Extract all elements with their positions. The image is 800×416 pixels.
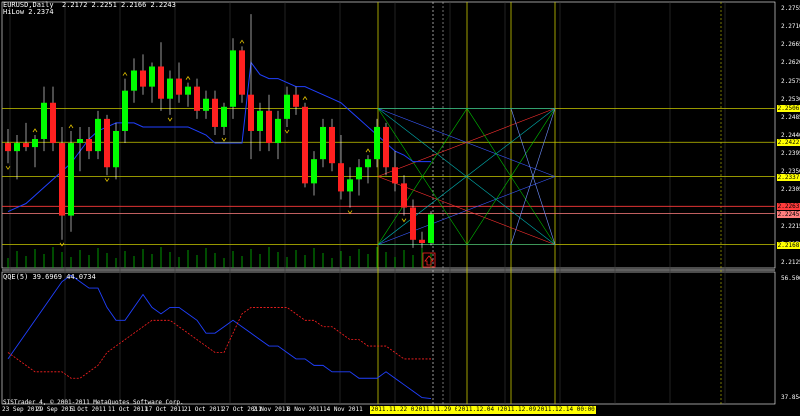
date-tick-label: 17 Oct 2011 bbox=[145, 406, 185, 413]
candle-body bbox=[230, 50, 236, 107]
date-tick-label: 2 Nov 2011 bbox=[253, 406, 290, 413]
fractal-down-icon bbox=[401, 218, 407, 223]
fractal-down-icon bbox=[5, 165, 11, 170]
price-level-label: 2.2422 bbox=[777, 139, 800, 147]
candle-body bbox=[239, 50, 245, 95]
qqe-tick-label: 37.8545 bbox=[781, 394, 800, 401]
price-chart-svg[interactable] bbox=[0, 0, 800, 416]
candle-body bbox=[167, 78, 173, 99]
candle-body bbox=[158, 66, 164, 99]
fractal-down-icon bbox=[347, 210, 353, 215]
date-tick-label: 8 Nov 2011 bbox=[287, 406, 324, 413]
price-tick-label: 2.2530 bbox=[781, 95, 800, 103]
candle-body bbox=[86, 139, 92, 152]
price-tick-label: 2.2215 bbox=[781, 222, 800, 230]
candle-body bbox=[320, 126, 326, 160]
candle-body bbox=[365, 159, 371, 168]
fractal-up-icon bbox=[122, 71, 128, 76]
trading-platform-window: EURUSD,Daily 2.2172 2.2251 2.2166 2.2243… bbox=[0, 0, 800, 416]
candle-body bbox=[32, 139, 38, 148]
candle-body bbox=[275, 118, 281, 144]
price-level-label: 2.2337 bbox=[777, 173, 800, 181]
candle-body bbox=[5, 143, 11, 152]
candle-body bbox=[383, 126, 389, 168]
qqe-indicator-info: QQE(5) 39.6969 44.0734 bbox=[3, 273, 96, 281]
candle-body bbox=[284, 94, 290, 119]
fractal-up-icon bbox=[68, 124, 74, 129]
price-level-label: 2.2168 bbox=[777, 241, 800, 249]
candle-body bbox=[77, 139, 83, 144]
price-tick-label: 2.2755 bbox=[781, 5, 800, 13]
fractal-down-icon bbox=[221, 137, 227, 142]
candle-body bbox=[176, 78, 182, 95]
price-level-label: 2.2263 bbox=[777, 203, 800, 211]
candle-body bbox=[14, 143, 20, 152]
price-tick-label: 2.2575 bbox=[781, 77, 800, 85]
candle-body bbox=[140, 70, 146, 87]
copyright-text: SISTrader 4, © 2001-2011 MetaQuotes Soft… bbox=[3, 399, 184, 406]
candle-body bbox=[266, 110, 272, 144]
date-tick-label: 14 Nov 2011 bbox=[323, 406, 363, 413]
candle-body bbox=[41, 102, 47, 140]
buy-arrow-icon bbox=[424, 255, 434, 266]
price-tick-label: 2.2620 bbox=[781, 59, 800, 67]
date-tick-label: 11 Oct 2011 bbox=[108, 406, 148, 413]
candle-body bbox=[59, 143, 65, 216]
price-level-label: 2.2245 bbox=[777, 210, 800, 218]
candle-body bbox=[374, 126, 380, 160]
hilow-indicator-info: HiLow 2.2374 bbox=[3, 8, 54, 16]
qqe-fast-line bbox=[7, 274, 432, 399]
candle-body bbox=[338, 163, 344, 192]
candle-body bbox=[185, 86, 191, 95]
price-level-label: 2.2506 bbox=[777, 105, 800, 113]
fractal-down-icon bbox=[167, 117, 173, 122]
sub-frame bbox=[1, 271, 776, 405]
fractal-up-icon bbox=[302, 96, 308, 100]
candle-body bbox=[203, 98, 209, 111]
qqe-tick-label: 56.5067 bbox=[781, 275, 800, 282]
candle-body bbox=[212, 98, 218, 127]
price-tick-label: 2.2395 bbox=[781, 150, 800, 158]
date-tick-label: 2011.12.14 00:00 bbox=[536, 406, 596, 414]
fractal-up-icon bbox=[365, 148, 371, 153]
date-tick-label: 5 Oct 2011 bbox=[70, 406, 107, 413]
candle-body bbox=[347, 179, 353, 192]
candle-body bbox=[50, 102, 56, 144]
candle-body bbox=[311, 159, 317, 184]
price-tick-label: 2.2440 bbox=[781, 132, 800, 139]
candle-body bbox=[257, 110, 263, 131]
fractal-up-icon bbox=[185, 75, 191, 80]
price-tick-label: 2.2305 bbox=[781, 186, 800, 194]
fractal-down-icon bbox=[284, 129, 290, 134]
price-tick-label: 2.2710 bbox=[781, 23, 800, 31]
candle-body bbox=[122, 90, 128, 131]
candle-body bbox=[401, 183, 407, 208]
price-tick-label: 2.2485 bbox=[781, 113, 800, 121]
date-tick-label: 21 Oct 2011 bbox=[184, 406, 224, 413]
candle-body bbox=[356, 167, 362, 180]
candle-body bbox=[68, 143, 74, 216]
candle-body bbox=[428, 214, 434, 244]
candle-body bbox=[329, 126, 335, 164]
candle-body bbox=[221, 106, 227, 127]
fractal-up-icon bbox=[32, 128, 38, 133]
candle-body bbox=[248, 94, 254, 131]
candle-body bbox=[302, 106, 308, 184]
candle-body bbox=[410, 207, 416, 240]
candle-body bbox=[293, 94, 299, 107]
fractal-down-icon bbox=[104, 178, 110, 183]
candle-body bbox=[194, 86, 200, 111]
candle-body bbox=[95, 118, 101, 152]
candle-body bbox=[131, 70, 137, 91]
price-tick-label: 2.2125 bbox=[781, 258, 800, 266]
candle-body bbox=[113, 130, 119, 168]
candle-body bbox=[392, 167, 398, 184]
fractal-up-icon bbox=[239, 39, 245, 44]
price-tick-label: 2.2665 bbox=[781, 41, 800, 49]
candle-body bbox=[23, 143, 29, 148]
candle-body bbox=[419, 239, 425, 244]
qqe-slow-line bbox=[7, 307, 431, 379]
candle-body bbox=[149, 66, 155, 87]
candle-body bbox=[104, 118, 110, 168]
